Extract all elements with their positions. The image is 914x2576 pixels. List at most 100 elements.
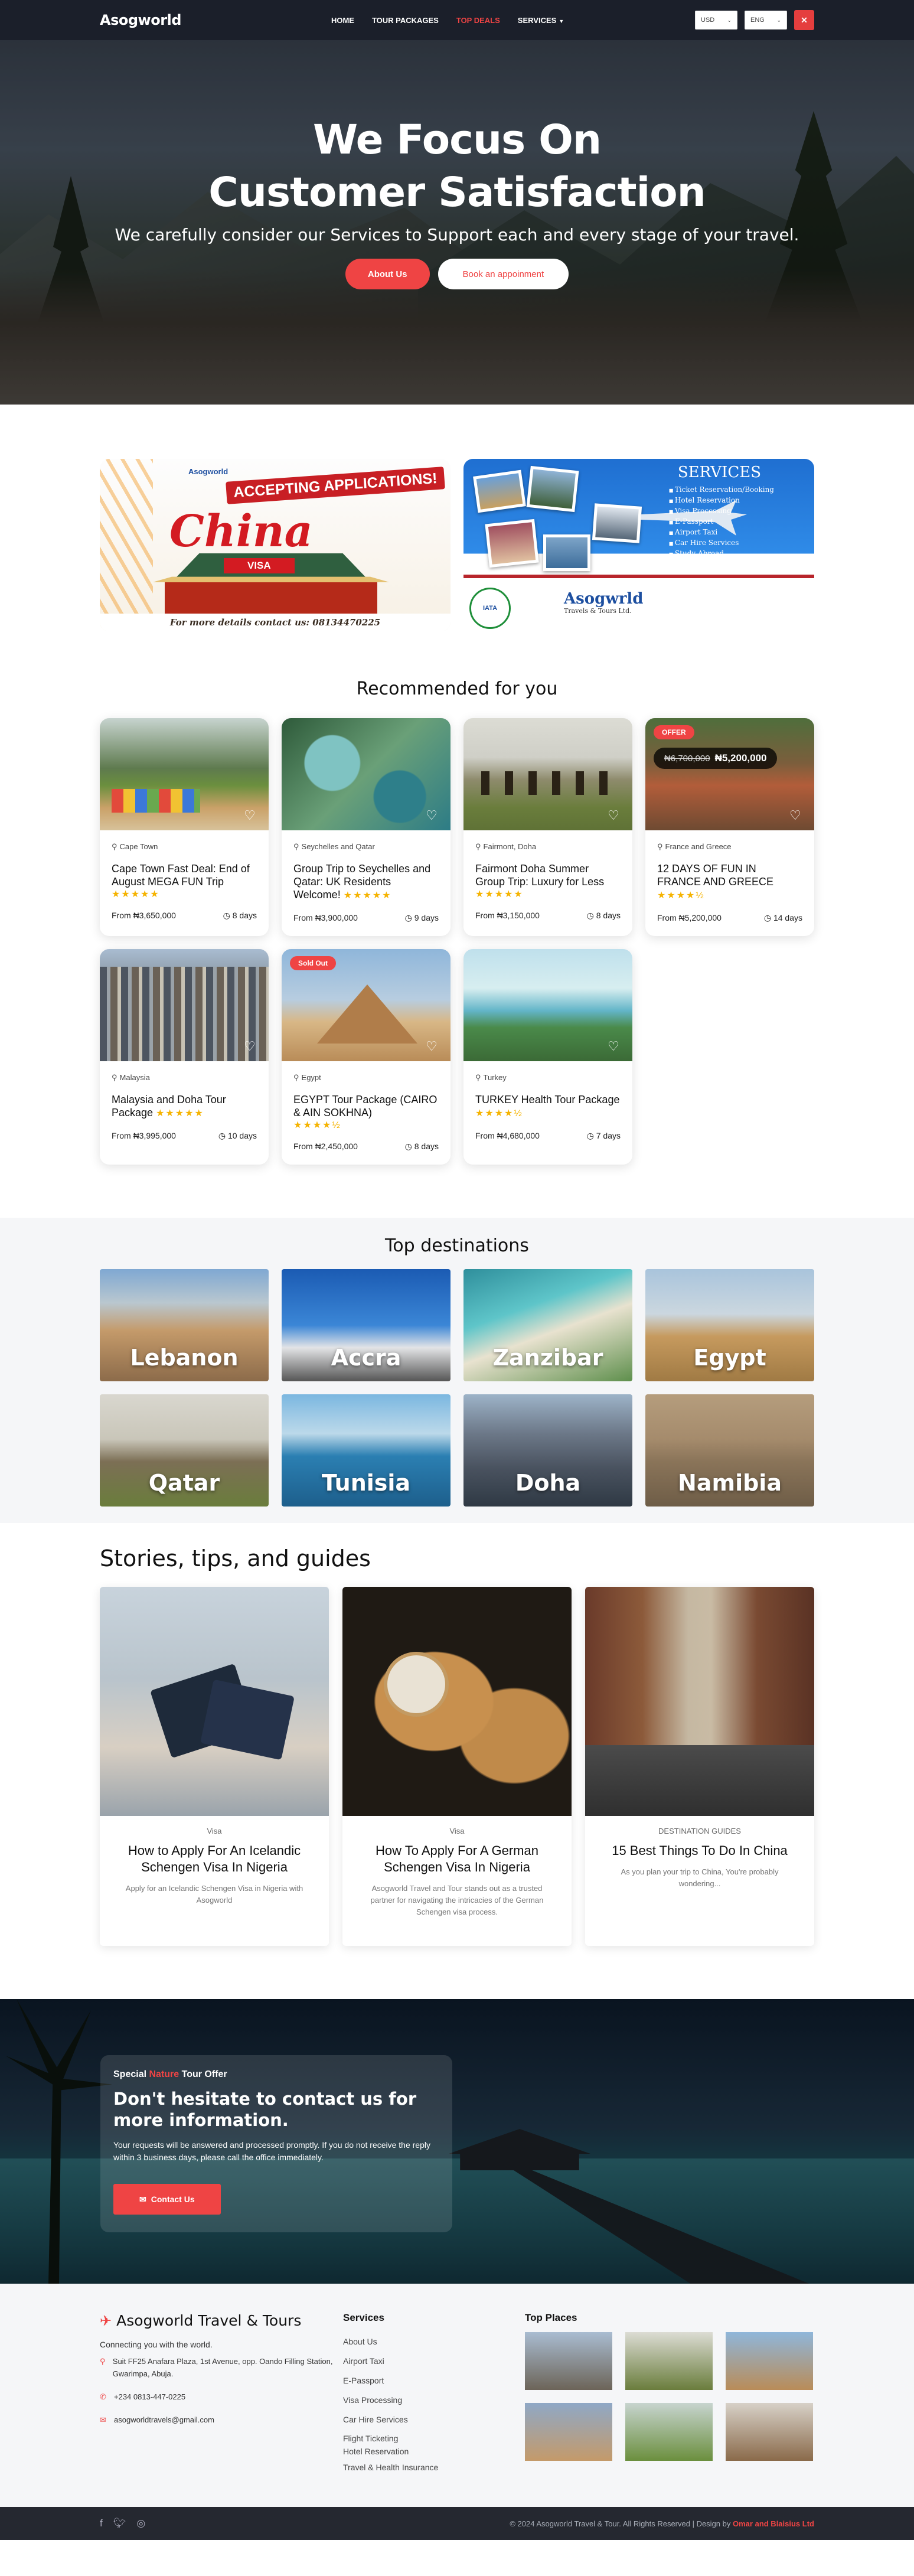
instagram-icon[interactable]: ◎ [136, 2518, 145, 2529]
visa-ribbon: VISA [224, 558, 295, 573]
tour-price: From ₦3,650,000 [112, 911, 176, 921]
heart-icon[interactable]: ♡ [426, 1040, 440, 1053]
story-card[interactable]: DESTINATION GUIDES 15 Best Things To Do … [585, 1587, 814, 1946]
place-thumbnail[interactable] [525, 2332, 612, 2390]
chevron-down-icon: ⌄ [776, 17, 781, 23]
heart-icon[interactable]: ♡ [244, 1040, 258, 1053]
facebook-icon[interactable]: f [100, 2518, 103, 2529]
heart-icon[interactable]: ♡ [789, 809, 804, 822]
star-rating: ★★★★★ [343, 891, 392, 901]
tour-card[interactable]: ♡ Seychelles and Qatar Group Trip to Sey… [282, 718, 451, 936]
copyright-text: © 2024 Asogworld Travel & Tour. All Righ… [510, 2519, 731, 2528]
destination-tile[interactable]: Namibia [645, 1394, 814, 1507]
language-select[interactable]: ENG ⌄ [745, 11, 787, 30]
heart-icon[interactable]: ♡ [608, 1040, 622, 1053]
footer-link-flight-ticketing[interactable]: Flight Ticketing [343, 2432, 525, 2445]
tour-location: Seychelles and Qatar [293, 842, 439, 852]
airplane-icon: ✈ [100, 2312, 112, 2329]
footer-bottom-bar: f 🐦︎ ◎ © 2024 Asogworld Travel & Tour. A… [0, 2507, 914, 2540]
designer-link[interactable]: Omar and Blaisius Ltd [733, 2519, 814, 2528]
nav-top-deals[interactable]: TOP DEALS [456, 16, 500, 25]
china-visa-banner[interactable]: Asogworld ACCEPTING APPLICATIONS! China … [100, 459, 451, 631]
place-thumbnail[interactable] [625, 2332, 713, 2390]
currency-select[interactable]: USD ⌄ [695, 11, 737, 30]
iata-badge: IATA [469, 588, 511, 629]
tour-title[interactable]: EGYPT Tour Package (CAIRO & AIN SOKHNA) [293, 1093, 439, 1119]
footer-email[interactable]: ✉ asogworldtravels@gmail.com [100, 2414, 343, 2426]
tour-card[interactable]: ♡ Malaysia Malaysia and Doha Tour Packag… [100, 949, 269, 1165]
destination-tile[interactable]: Egypt [645, 1269, 814, 1381]
tour-duration: 8 days [405, 1142, 439, 1152]
heart-icon[interactable]: ♡ [244, 809, 258, 822]
footer-link-hotel-reservation[interactable]: Hotel Reservation [343, 2445, 525, 2458]
footer-link-insurance[interactable]: Travel & Health Insurance [343, 2458, 525, 2477]
place-thumbnail[interactable] [726, 2332, 813, 2390]
destination-tile[interactable]: Lebanon [100, 1269, 269, 1381]
tour-title[interactable]: TURKEY Health Tour Package ★★★★½ [475, 1093, 621, 1120]
footer-top-places: Top Places [525, 2312, 814, 2477]
tour-card[interactable]: Sold Out ♡ Egypt EGYPT Tour Package (CAI… [282, 949, 451, 1165]
nav-home[interactable]: HOME [331, 16, 354, 25]
tour-title[interactable]: Malaysia and Doha Tour Package ★★★★★ [112, 1093, 257, 1120]
story-title[interactable]: How To Apply For A German Schengen Visa … [357, 1843, 557, 1876]
tour-duration: 8 days [587, 911, 621, 921]
destination-tile[interactable]: Zanzibar [463, 1269, 632, 1381]
site-logo[interactable]: Asogworld [100, 12, 181, 28]
tour-title[interactable]: Group Trip to Seychelles and Qatar: UK R… [293, 862, 439, 902]
destination-tile[interactable]: Doha [463, 1394, 632, 1507]
contact-us-button[interactable]: ✉ Contact Us [113, 2184, 221, 2215]
photo [543, 534, 590, 571]
book-appointment-button[interactable]: Book an appoinment [438, 259, 569, 289]
footer-brand-name: Asogworld Travel & Tours [116, 2312, 302, 2329]
footer-tagline: Connecting you with the world. [100, 2340, 213, 2349]
tour-title[interactable]: 12 DAYS OF FUN IN FRANCE AND GREECE ★★★★… [657, 862, 802, 902]
story-card[interactable]: Visa How to Apply For An Icelandic Schen… [100, 1587, 329, 1946]
tour-card[interactable]: ♡ Turkey TURKEY Health Tour Package ★★★★… [463, 949, 632, 1165]
story-title[interactable]: How to Apply For An Icelandic Schengen V… [114, 1843, 315, 1876]
place-thumbnail[interactable] [726, 2403, 813, 2461]
footer-link-visa-processing[interactable]: Visa Processing [343, 2391, 525, 2410]
footer-email-text: asogworldtravels@gmail.com [114, 2415, 214, 2424]
hero-content: We Focus On Customer Satisfaction We care… [0, 114, 914, 289]
story-excerpt: Asogworld Travel and Tour stands out as … [370, 1884, 544, 1916]
heart-icon[interactable]: ♡ [426, 809, 440, 822]
tour-card[interactable]: ♡ Cape Town Cape Town Fast Deal: End of … [100, 718, 269, 936]
services-banner[interactable]: SERVICES Ticket Reservation/Booking Hote… [463, 459, 814, 631]
footer-phone[interactable]: ✆ +234 0813-447-0225 [100, 2391, 343, 2403]
heart-icon[interactable]: ♡ [608, 809, 622, 822]
tour-title-text: TURKEY Health Tour Package [475, 1094, 620, 1106]
service-item: Ticket Reservation/Booking [669, 485, 774, 495]
story-card[interactable]: Visa How To Apply For A German Schengen … [342, 1587, 572, 1946]
service-item: Study Abroad [669, 549, 774, 559]
destination-tile[interactable]: Tunisia [282, 1394, 451, 1507]
destination-tile[interactable]: Accra [282, 1269, 451, 1381]
footer-link-e-passport[interactable]: E-Passport [343, 2371, 525, 2391]
story-category: DESTINATION GUIDES [658, 1827, 741, 1835]
nav-tour-packages[interactable]: TOUR PACKAGES [372, 16, 439, 25]
nav-services[interactable]: SERVICES ▼ [518, 16, 564, 25]
star-rating: ★★★★½ [657, 891, 705, 901]
banner-logo-text: Asogwrld [564, 590, 644, 608]
footer-link-airport-taxi[interactable]: Airport Taxi [343, 2352, 525, 2371]
cta-box: Special Nature Tour Offer Don't hesitate… [100, 2055, 452, 2232]
close-icon[interactable]: ✕ [794, 10, 814, 30]
old-price: ₦6,700,000 [664, 754, 710, 764]
footer-link-car-hire[interactable]: Car Hire Services [343, 2410, 525, 2430]
tour-title[interactable]: Cape Town Fast Deal: End of August MEGA … [112, 862, 257, 888]
footer-link-about-us[interactable]: About Us [343, 2332, 525, 2352]
tour-card[interactable]: ♡ Fairmont, Doha Fairmont Doha Summer Gr… [463, 718, 632, 936]
about-us-button[interactable]: About Us [345, 259, 430, 289]
tour-card[interactable]: OFFER ₦6,700,000 ₦5,200,000 ♡ France and … [645, 718, 814, 936]
story-image [100, 1587, 329, 1816]
tour-title[interactable]: Fairmont Doha Summer Group Trip: Luxury … [475, 862, 621, 888]
pyramid [317, 984, 417, 1044]
social-links: f 🐦︎ ◎ [100, 2518, 145, 2529]
place-thumbnail[interactable] [525, 2403, 612, 2461]
star-rating: ★★★★★ [112, 889, 160, 899]
place-thumbnail[interactable] [625, 2403, 713, 2461]
language-value: ENG [750, 17, 765, 24]
twitter-icon[interactable]: 🐦︎ [113, 2518, 126, 2529]
story-title[interactable]: 15 Best Things To Do In China [599, 1843, 800, 1859]
destination-tile[interactable]: Qatar [100, 1394, 269, 1507]
tour-image: OFFER ₦6,700,000 ₦5,200,000 ♡ [645, 718, 814, 830]
